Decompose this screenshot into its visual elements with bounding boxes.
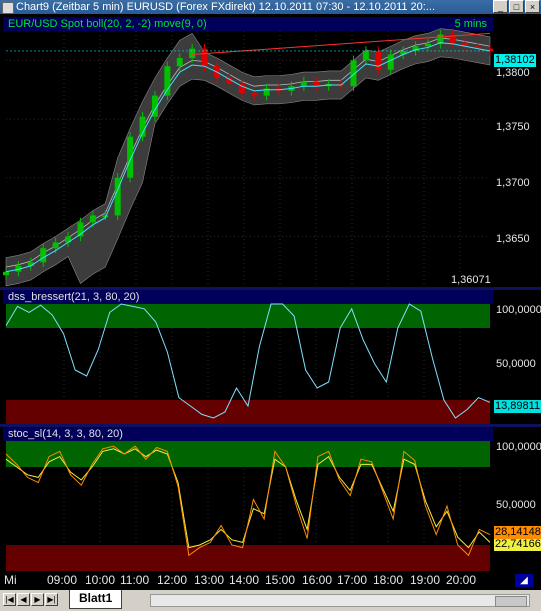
price-tick-label: 1,3700 <box>496 177 530 189</box>
candle-body <box>3 271 9 276</box>
prev-sheet-icon[interactable]: ◀ <box>17 593 30 606</box>
candle-body <box>164 66 171 96</box>
stoc-d-last-value-marker: 22,74166 <box>494 538 541 551</box>
bollinger-band <box>5 28 491 287</box>
time-tick-label: 17:00 <box>337 573 368 587</box>
time-tick-label: 14:00 <box>229 573 260 587</box>
candle-body <box>424 43 431 47</box>
price-tick-label: 1,3650 <box>496 233 530 245</box>
candle-body <box>89 215 96 223</box>
chart-canvas <box>3 28 493 571</box>
overbought-zone <box>6 304 490 328</box>
scroll-to-end-icon[interactable]: ◢ <box>515 574 533 587</box>
candle-body <box>387 54 394 70</box>
candle-body <box>313 81 320 87</box>
time-tick-label: 09:00 <box>47 573 78 587</box>
price-tick-label: 1,3800 <box>496 67 530 79</box>
candle-body <box>40 248 47 263</box>
stoc-tick-label: 50,0000 <box>496 499 536 511</box>
price-tick-label: 1,3750 <box>496 121 530 133</box>
last-price-marker: 1,38102 <box>494 54 536 67</box>
scrollbar-thumb[interactable] <box>495 596 527 607</box>
candle-body <box>251 93 258 96</box>
low-price-label: 1,36071 <box>449 274 493 286</box>
dss-last-value-marker: 13,89811 <box>494 400 541 413</box>
time-tick-label: 11:00 <box>120 573 150 587</box>
first-sheet-icon[interactable]: |◀ <box>3 593 16 606</box>
tab-blatt1[interactable]: Blatt1 <box>69 590 123 609</box>
time-tick-label: 16:00 <box>302 573 333 587</box>
time-axis[interactable]: Mi 09:00 10:00 11:00 12:00 13:00 14:00 1… <box>0 573 541 588</box>
day-label: Mi <box>4 573 17 587</box>
dss-tick-label: 50,0000 <box>496 358 536 370</box>
oversold-zone <box>6 545 490 571</box>
next-sheet-icon[interactable]: ▶ <box>31 593 44 606</box>
horizontal-scrollbar[interactable] <box>150 594 530 607</box>
tab-label: Blatt1 <box>79 591 113 605</box>
last-sheet-icon[interactable]: ▶| <box>45 593 58 606</box>
stoc-tick-label: 100,0000 <box>496 441 541 453</box>
candle-body <box>300 81 307 87</box>
time-tick-label: 13:00 <box>194 573 225 587</box>
time-tick-label: 18:00 <box>373 573 404 587</box>
time-tick-label: 20:00 <box>446 573 477 587</box>
time-tick-label: 12:00 <box>157 573 188 587</box>
time-tick-label: 19:00 <box>410 573 441 587</box>
time-tick-label: 10:00 <box>85 573 116 587</box>
candle-body <box>375 50 382 70</box>
overbought-zone <box>6 441 490 467</box>
candle-body <box>127 136 134 178</box>
candle-body <box>52 242 59 249</box>
time-tick-label: 15:00 <box>265 573 296 587</box>
candle-body <box>176 58 183 67</box>
sheet-tab-bar: |◀ ◀ ▶ ▶| Blatt1 <box>0 590 541 611</box>
candle-body <box>362 50 369 61</box>
candle-body <box>189 48 196 59</box>
dss-tick-label: 100,0000 <box>496 304 541 316</box>
stoc-k-last-value-marker: 28,14148 <box>494 526 541 539</box>
